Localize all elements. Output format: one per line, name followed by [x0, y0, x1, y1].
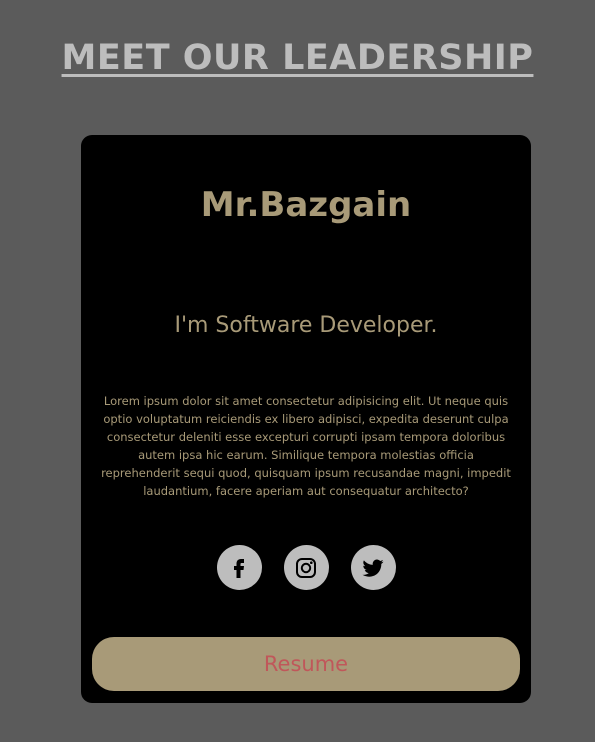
leader-role: I'm Software Developer.	[174, 313, 438, 338]
twitter-icon	[362, 559, 384, 577]
page: MEET OUR LEADERSHIP Mr.Bazgain I'm Softw…	[0, 0, 595, 742]
facebook-link[interactable]	[216, 545, 262, 590]
page-heading: MEET OUR LEADERSHIP	[61, 38, 534, 78]
instagram-link[interactable]	[283, 545, 329, 590]
leader-card: Mr.Bazgain I'm Software Developer. Lorem…	[81, 135, 531, 703]
social-links	[81, 545, 531, 590]
facebook-icon	[234, 558, 244, 578]
instagram-icon	[296, 557, 316, 578]
leader-bio: Lorem ipsum dolor sit amet consectetur a…	[101, 394, 511, 498]
leader-name: Mr.Bazgain	[200, 185, 412, 225]
twitter-link[interactable]	[350, 545, 396, 590]
resume-button[interactable]: Resume	[92, 637, 520, 691]
